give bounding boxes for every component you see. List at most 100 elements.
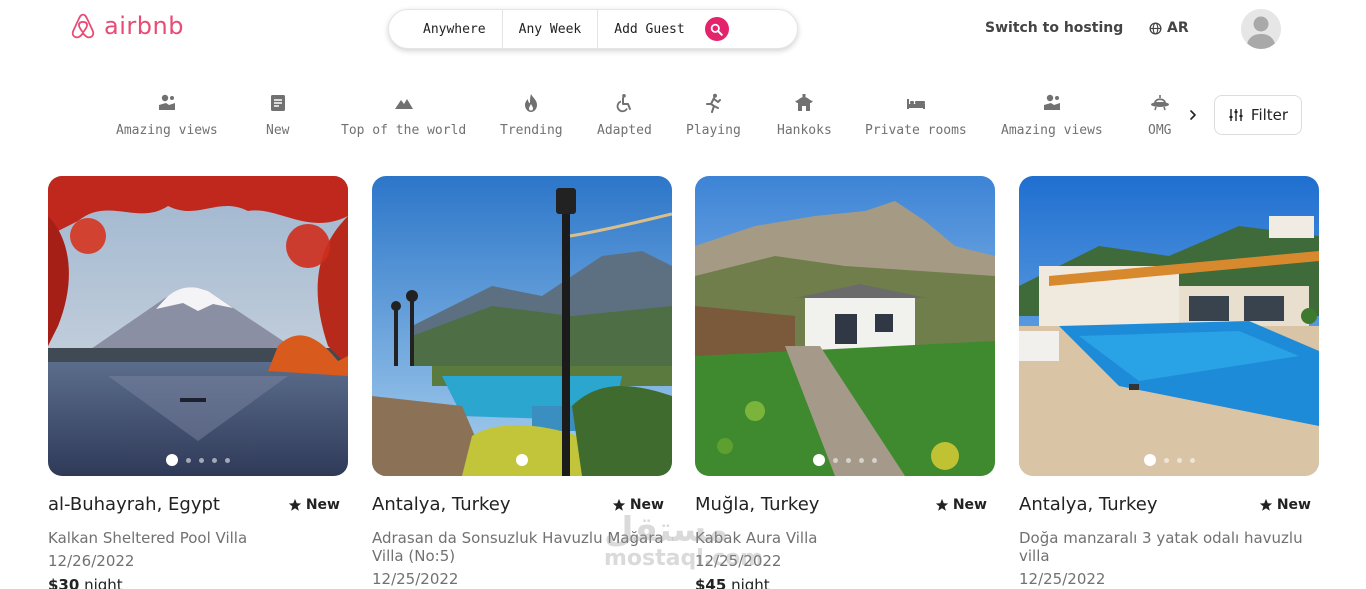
- airbnb-logo[interactable]: airbnb: [70, 12, 184, 40]
- star-icon: [935, 498, 948, 511]
- category-new[interactable]: New: [266, 92, 289, 138]
- category-label: Playing: [686, 123, 741, 138]
- listing-card[interactable]: Muğla, Turkey New Kabak Aura Villa 12/25…: [695, 176, 995, 589]
- hanok-icon: [793, 92, 815, 114]
- listing-photo[interactable]: [1019, 176, 1319, 476]
- category-label: OMG: [1148, 123, 1172, 138]
- search-bar[interactable]: Anywhere Any Week Add Guest: [388, 9, 798, 49]
- category-label: Amazing views: [116, 123, 218, 138]
- switch-to-hosting-link[interactable]: Switch to hosting: [985, 20, 1123, 36]
- carousel-dot[interactable]: [859, 457, 864, 463]
- star-icon: [612, 498, 625, 511]
- listing-photo-image: [1019, 176, 1319, 476]
- carousel-dot[interactable]: [199, 457, 204, 463]
- listing-photo-image: [48, 176, 348, 476]
- filter-sliders-icon: [1229, 109, 1243, 121]
- listing-photo[interactable]: [695, 176, 995, 476]
- listing-date: 12/25/2022: [372, 570, 459, 588]
- categories-next-button[interactable]: [1184, 106, 1202, 124]
- carousel-dot[interactable]: [872, 457, 877, 463]
- category-label: Trending: [500, 123, 563, 138]
- fire-icon: [520, 92, 542, 114]
- price-amount: $30: [48, 576, 80, 589]
- category-label: Hankoks: [777, 123, 832, 138]
- category-hankoks[interactable]: Hankoks: [777, 92, 832, 138]
- search-where[interactable]: Anywhere: [407, 10, 502, 48]
- listing-location: al-Buhayrah, Egypt: [48, 494, 220, 515]
- carousel-dot[interactable]: [1176, 457, 1182, 463]
- listing-date: 12/25/2022: [695, 552, 782, 570]
- new-badge: New: [935, 497, 987, 513]
- photo-carousel-dots[interactable]: [1019, 454, 1319, 466]
- category-adapted[interactable]: Adapted: [597, 92, 652, 138]
- category-label: Amazing views: [1001, 123, 1103, 138]
- badge-label: New: [629, 496, 664, 513]
- listing-date: 12/26/2022: [48, 552, 135, 570]
- price-unit: night: [731, 576, 770, 589]
- category-label: Top of the world: [341, 123, 467, 138]
- price-unit: night: [84, 576, 123, 589]
- carousel-dot[interactable]: [212, 457, 217, 463]
- listing-photo-image: [372, 176, 672, 476]
- category-label: New: [266, 123, 290, 138]
- search-who[interactable]: Add Guest: [598, 10, 700, 48]
- carousel-dot[interactable]: [1163, 457, 1169, 463]
- listing-card[interactable]: Antalya, Turkey New Adrasan da Sonsuzluk…: [372, 176, 672, 588]
- filter-button[interactable]: Filter: [1214, 95, 1302, 135]
- category-amazing-views[interactable]: Amazing views: [1001, 92, 1103, 138]
- carousel-dot[interactable]: [186, 457, 191, 463]
- carousel-dot[interactable]: [166, 454, 178, 466]
- amazing-views-icon: [1041, 92, 1063, 114]
- listing-card[interactable]: al-Buhayrah, Egypt New Kalkan Sheltered …: [48, 176, 348, 589]
- listing-card[interactable]: Antalya, Turkey New Doğa manzaralı 3 yat…: [1019, 176, 1319, 588]
- carousel-dot[interactable]: [813, 454, 825, 466]
- search-button[interactable]: [704, 17, 729, 41]
- listing-price: $45 night: [695, 576, 995, 589]
- new-badge: New: [1259, 497, 1311, 513]
- listing-date: 12/25/2022: [1019, 570, 1106, 588]
- badge-label: New: [1276, 496, 1311, 513]
- category-private-rooms[interactable]: Private rooms: [865, 92, 967, 138]
- new-icon: [267, 92, 289, 114]
- listing-title: Kalkan Sheltered Pool Villa: [48, 529, 248, 547]
- carousel-dot[interactable]: [225, 457, 230, 463]
- category-amazing-views[interactable]: Amazing views: [116, 92, 218, 138]
- ufo-icon: [1149, 92, 1171, 114]
- listing-price: $30 night: [48, 576, 348, 589]
- listing-photo[interactable]: [48, 176, 348, 476]
- search-icon: [710, 23, 723, 36]
- new-badge: New: [288, 497, 340, 513]
- star-icon: [288, 498, 301, 511]
- carousel-dot[interactable]: [1143, 454, 1156, 466]
- carousel-dot[interactable]: [833, 457, 838, 463]
- badge-label: New: [305, 496, 340, 513]
- listing-title: Doğa manzaralı 3 yatak odalı havuzlu vil…: [1019, 529, 1303, 565]
- category-top-of-the-world[interactable]: Top of the world: [341, 92, 466, 138]
- listing-photo-image: [695, 176, 995, 476]
- listing-photo[interactable]: [372, 176, 672, 476]
- photo-carousel-dots[interactable]: [695, 454, 995, 466]
- photo-carousel-dots[interactable]: [48, 454, 348, 466]
- photo-carousel-dots[interactable]: [372, 454, 672, 466]
- carousel-dot[interactable]: [1189, 457, 1195, 463]
- new-badge: New: [612, 497, 664, 513]
- avatar[interactable]: [1241, 9, 1281, 49]
- mountain-icon: [393, 92, 415, 114]
- listing-title: Kabak Aura Villa: [695, 529, 818, 547]
- category-omg[interactable]: OMG: [1148, 92, 1171, 138]
- category-label: Adapted: [597, 123, 652, 138]
- filter-label: Filter: [1250, 106, 1289, 124]
- category-label: Private rooms: [865, 123, 967, 138]
- carousel-dot[interactable]: [846, 457, 851, 463]
- accessible-icon: [613, 92, 635, 114]
- language-selector[interactable]: AR: [1149, 20, 1189, 36]
- category-trending[interactable]: Trending: [500, 92, 563, 138]
- listing-title: Adrasan da Sonsuzluk Havuzlu Mağara Vill…: [372, 529, 664, 565]
- price-amount: $45: [695, 576, 727, 589]
- category-playing[interactable]: Playing: [686, 92, 741, 138]
- user-avatar-icon: [1241, 9, 1281, 49]
- star-icon: [1259, 498, 1272, 511]
- search-when[interactable]: Any Week: [503, 10, 598, 48]
- playing-icon: [702, 92, 724, 114]
- carousel-dot[interactable]: [516, 454, 528, 466]
